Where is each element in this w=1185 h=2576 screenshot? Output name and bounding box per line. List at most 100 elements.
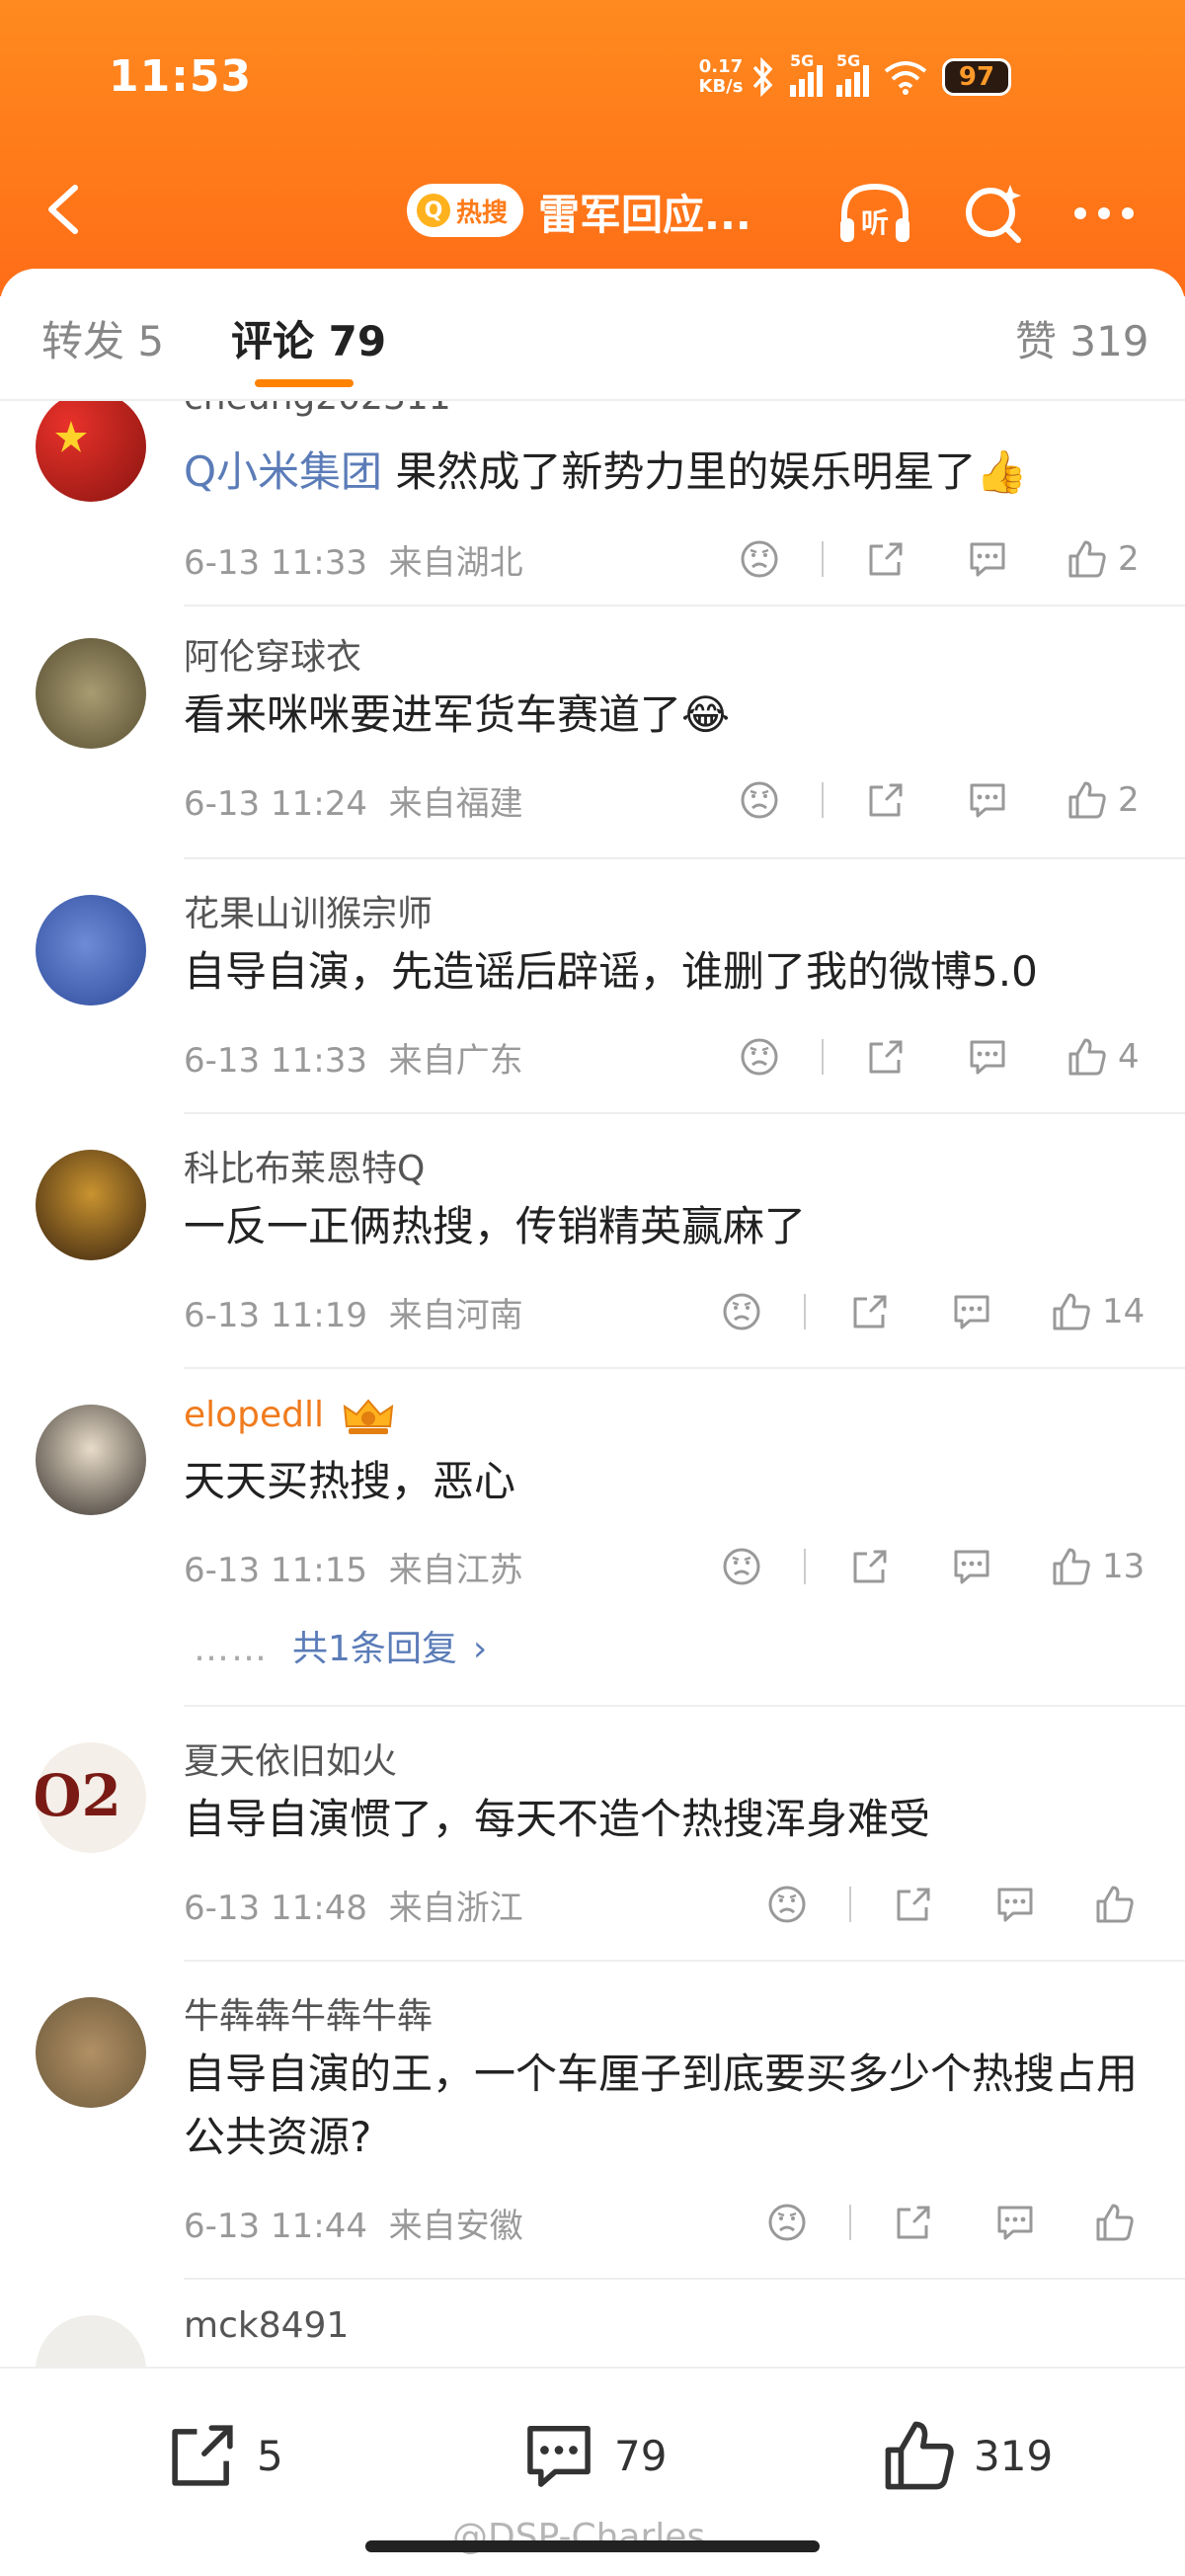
comment-list: cheung202311 Q小米集团 果然成了新势力里的娱乐明星了👍 6-13 …: [0, 401, 1185, 2373]
view-replies-link[interactable]: …… 共1条回复 ›: [194, 1620, 487, 1671]
share-icon: [853, 1550, 887, 1583]
share-button[interactable]: [849, 1537, 891, 1596]
comment-actions: 4: [0, 1027, 1185, 1087]
comment-icon: [970, 1040, 1005, 1075]
divider: [822, 1039, 824, 1075]
avatar[interactable]: [36, 638, 146, 749]
hot-search-badge[interactable]: Q 热搜: [407, 184, 524, 237]
share-button[interactable]: [865, 529, 907, 589]
avatar[interactable]: [36, 2315, 146, 2373]
dislike-button[interactable]: [739, 529, 780, 589]
comment-username[interactable]: 夏天依旧如火: [184, 1732, 397, 1784]
listen-headphones-icon[interactable]: 听: [835, 174, 914, 253]
divider: [849, 2205, 851, 2240]
dislike-button[interactable]: [721, 1282, 762, 1341]
listen-label: 听: [861, 206, 889, 239]
thumbs-up-icon: [1068, 781, 1106, 819]
home-indicator[interactable]: [365, 2540, 820, 2552]
signal-icon-2: 5G: [836, 51, 869, 97]
thumbs-up-icon: [1053, 1293, 1090, 1330]
bottom-comment-button[interactable]: 79: [519, 2416, 667, 2495]
frown-icon: [741, 1038, 778, 1076]
net-speed: 0.17 KB/s: [698, 56, 744, 97]
active-tab-indicator: [255, 379, 354, 387]
comment-text: Q小米集团 果然成了新势力里的娱乐明星了👍: [184, 447, 1028, 496]
comment-username[interactable]: cheung202311: [184, 401, 451, 418]
comment-actions: 14: [0, 1282, 1185, 1341]
share-button[interactable]: [893, 1875, 934, 1934]
like-count: 14: [1102, 1292, 1146, 1331]
comment-text: 自导自演的王，一个车厘子到底要买多少个热搜占用公共资源?: [184, 2050, 1139, 2161]
comment-username[interactable]: 牛犇犇牛犇牛犇: [184, 1987, 433, 2039]
like-button[interactable]: 2: [1066, 529, 1140, 589]
like-button[interactable]: 13: [1051, 1537, 1145, 1596]
share-button[interactable]: [865, 1027, 907, 1087]
comment-icon: [954, 1295, 989, 1329]
like-button[interactable]: 4: [1066, 1027, 1140, 1087]
share-button[interactable]: [849, 1282, 891, 1341]
tab-bar: 转发 5 评论 79 赞 319: [0, 269, 1185, 397]
comment-actions: [0, 2193, 1185, 2252]
avatar[interactable]: [36, 1997, 146, 2108]
comment-text: 自导自演，先造谣后辟谣，谁删了我的微博5.0: [184, 947, 1038, 996]
avatar[interactable]: O2: [36, 1742, 146, 1853]
reply-button[interactable]: [950, 1537, 993, 1596]
avatar[interactable]: [36, 401, 146, 502]
divider: [804, 1294, 806, 1329]
dislike-button[interactable]: [739, 1027, 780, 1087]
avatar[interactable]: [36, 895, 146, 1006]
topic-link-xiaomi[interactable]: Q小米集团: [184, 447, 382, 496]
status-icons: 5G 5G 97: [750, 51, 1011, 99]
comment-count: 79: [614, 2431, 668, 2480]
dislike-button[interactable]: [766, 2193, 808, 2252]
bottom-repost-button[interactable]: 5: [164, 2416, 283, 2495]
reply-button[interactable]: [966, 1027, 1009, 1087]
like-button[interactable]: 14: [1051, 1282, 1145, 1341]
comment-separator: [184, 1705, 1185, 1707]
dislike-button[interactable]: [721, 1537, 762, 1596]
status-bar: 11:53 0.17 KB/s 5G 5G 97: [0, 0, 1185, 148]
comment-separator: [184, 1112, 1185, 1114]
thumbs-up-icon: [1068, 1038, 1106, 1076]
share-icon: [869, 1040, 903, 1074]
reply-button[interactable]: [966, 529, 1009, 589]
like-button[interactable]: [1094, 2193, 1146, 2252]
comment-actions: [0, 1875, 1185, 1934]
dislike-button[interactable]: [739, 770, 780, 830]
share-icon: [897, 2206, 930, 2239]
more-options-icon[interactable]: [1065, 174, 1144, 253]
tab-repost[interactable]: 转发 5: [41, 308, 164, 368]
comment-username[interactable]: 科比布莱恩特Q: [184, 1140, 425, 1191]
comment-separator: [184, 1367, 1185, 1369]
page-title: 雷军回应...: [538, 191, 751, 239]
avatar[interactable]: [36, 1150, 146, 1260]
search-icon[interactable]: [954, 174, 1033, 253]
divider: [822, 782, 824, 818]
dislike-button[interactable]: [766, 1875, 808, 1934]
search-badge-icon: Q: [417, 194, 450, 227]
comment-username[interactable]: elopedll: [184, 1395, 396, 1436]
like-button[interactable]: 2: [1066, 770, 1140, 830]
comment-separator: [184, 857, 1185, 859]
tab-likes[interactable]: 赞 319: [1015, 308, 1149, 368]
reply-button[interactable]: [950, 1282, 993, 1341]
tab-comments[interactable]: 评论 79: [231, 308, 386, 368]
reply-button[interactable]: [966, 770, 1009, 830]
reply-button[interactable]: [993, 1875, 1037, 1934]
like-button[interactable]: [1094, 1875, 1146, 1934]
comment-text: 自导自演惯了，每天不造个热搜浑身难受: [184, 1795, 931, 1843]
reply-button[interactable]: [993, 2193, 1037, 2252]
thumbs-up-icon: [1096, 1886, 1134, 1923]
thumbs-up-icon: [1068, 540, 1106, 578]
bottom-like-button[interactable]: 319: [881, 2416, 1053, 2495]
comment-username[interactable]: mck8491: [184, 2305, 349, 2346]
comment-username[interactable]: 花果山训猴宗师: [184, 885, 433, 936]
back-arrow-icon[interactable]: [36, 180, 95, 239]
avatar[interactable]: [36, 1405, 146, 1515]
like-total: 319: [974, 2431, 1054, 2480]
share-button[interactable]: [865, 770, 907, 830]
share-button[interactable]: [893, 2193, 934, 2252]
comment-icon: [954, 1550, 989, 1584]
comment-username[interactable]: 阿伦穿球衣: [184, 628, 361, 680]
comment-icon: [997, 2206, 1033, 2240]
